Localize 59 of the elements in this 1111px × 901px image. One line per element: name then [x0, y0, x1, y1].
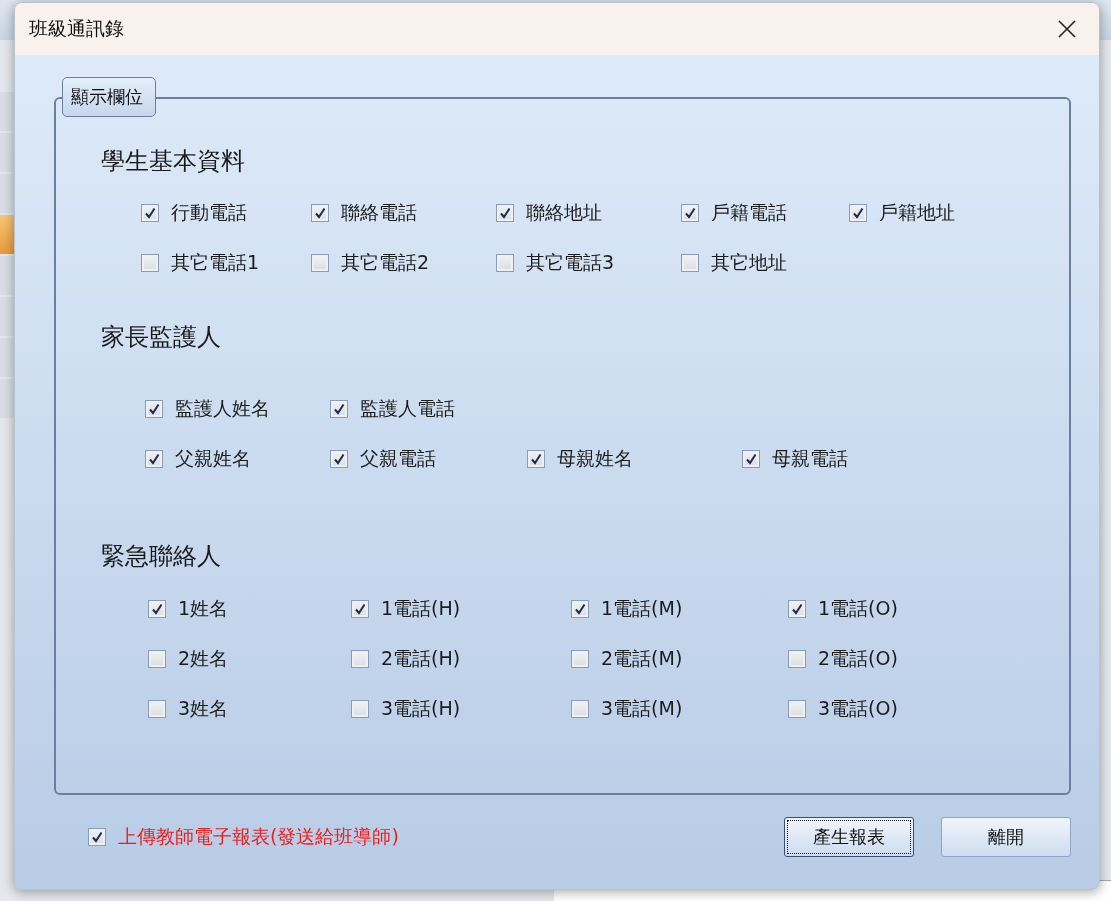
check-icon — [354, 603, 366, 615]
list-row[interactable] — [0, 174, 14, 213]
list-row[interactable] — [0, 92, 14, 131]
group-legend: 顯示欄位 — [62, 77, 156, 117]
checkbox[interactable]: 母親電話 — [742, 446, 848, 472]
checkbox[interactable]: 聯絡地址 — [496, 200, 602, 226]
check-icon — [144, 207, 156, 219]
checkbox[interactable]: 其它電話2 — [311, 250, 430, 276]
checkbox[interactable]: 1姓名 — [148, 596, 229, 622]
checkbox[interactable]: 2電話(H) — [351, 646, 461, 672]
checkbox[interactable]: 3電話(H) — [351, 696, 461, 722]
check-icon — [91, 831, 103, 843]
checkbox[interactable]: 父親電話 — [330, 446, 436, 472]
check-icon — [333, 403, 345, 415]
list-row[interactable] — [0, 379, 14, 418]
checkbox[interactable]: 2電話(M) — [571, 646, 683, 672]
checkbox[interactable]: 其它電話1 — [141, 250, 260, 276]
checkbox[interactable]: 2姓名 — [148, 646, 229, 672]
checkbox[interactable]: 母親姓名 — [527, 446, 633, 472]
section-heading: 學生基本資料 — [101, 146, 246, 177]
checkbox[interactable]: 監護人姓名 — [145, 396, 270, 422]
checkbox[interactable]: 聯絡電話 — [311, 200, 417, 226]
check-icon — [574, 603, 586, 615]
list-row[interactable] — [0, 133, 14, 172]
checkbox[interactable]: 其它地址 — [681, 250, 787, 276]
checkbox[interactable]: 父親姓名 — [145, 446, 251, 472]
section-heading: 家長監護人 — [101, 322, 222, 353]
list-row[interactable] — [0, 338, 14, 377]
check-icon — [333, 453, 345, 465]
list-row[interactable] — [0, 297, 14, 336]
check-icon — [745, 453, 757, 465]
checkbox[interactable]: 3姓名 — [148, 696, 229, 722]
window-title: 班級通訊錄 — [29, 16, 124, 41]
check-icon — [148, 403, 160, 415]
close-icon — [1058, 20, 1076, 38]
dialog-button[interactable]: 離開 — [941, 817, 1071, 857]
check-icon — [151, 603, 163, 615]
checkbox[interactable]: 戶籍電話 — [681, 200, 787, 226]
checkbox[interactable]: 3電話(O) — [788, 696, 898, 722]
section-heading: 緊急聯絡人 — [101, 541, 222, 572]
checkbox[interactable]: 1電話(O) — [788, 596, 898, 622]
check-icon — [499, 207, 511, 219]
list-row[interactable] — [0, 215, 14, 254]
checkbox[interactable]: 3電話(M) — [571, 696, 683, 722]
check-icon — [684, 207, 696, 219]
checkbox[interactable]: 2電話(O) — [788, 646, 898, 672]
list-row[interactable] — [0, 256, 14, 295]
checkbox[interactable]: 監護人電話 — [330, 396, 455, 422]
check-icon — [314, 207, 326, 219]
checkbox[interactable]: 戶籍地址 — [849, 200, 955, 226]
check-icon — [148, 453, 160, 465]
check-icon — [791, 603, 803, 615]
checkbox[interactable]: 行動電話 — [141, 200, 247, 226]
checkbox[interactable]: 1電話(H) — [351, 596, 461, 622]
checkbox[interactable]: 1電話(M) — [571, 596, 683, 622]
dialog-button[interactable]: 產生報表 — [784, 817, 914, 857]
checkbox[interactable]: 其它電話3 — [496, 250, 615, 276]
check-icon — [530, 453, 542, 465]
check-icon — [852, 207, 864, 219]
